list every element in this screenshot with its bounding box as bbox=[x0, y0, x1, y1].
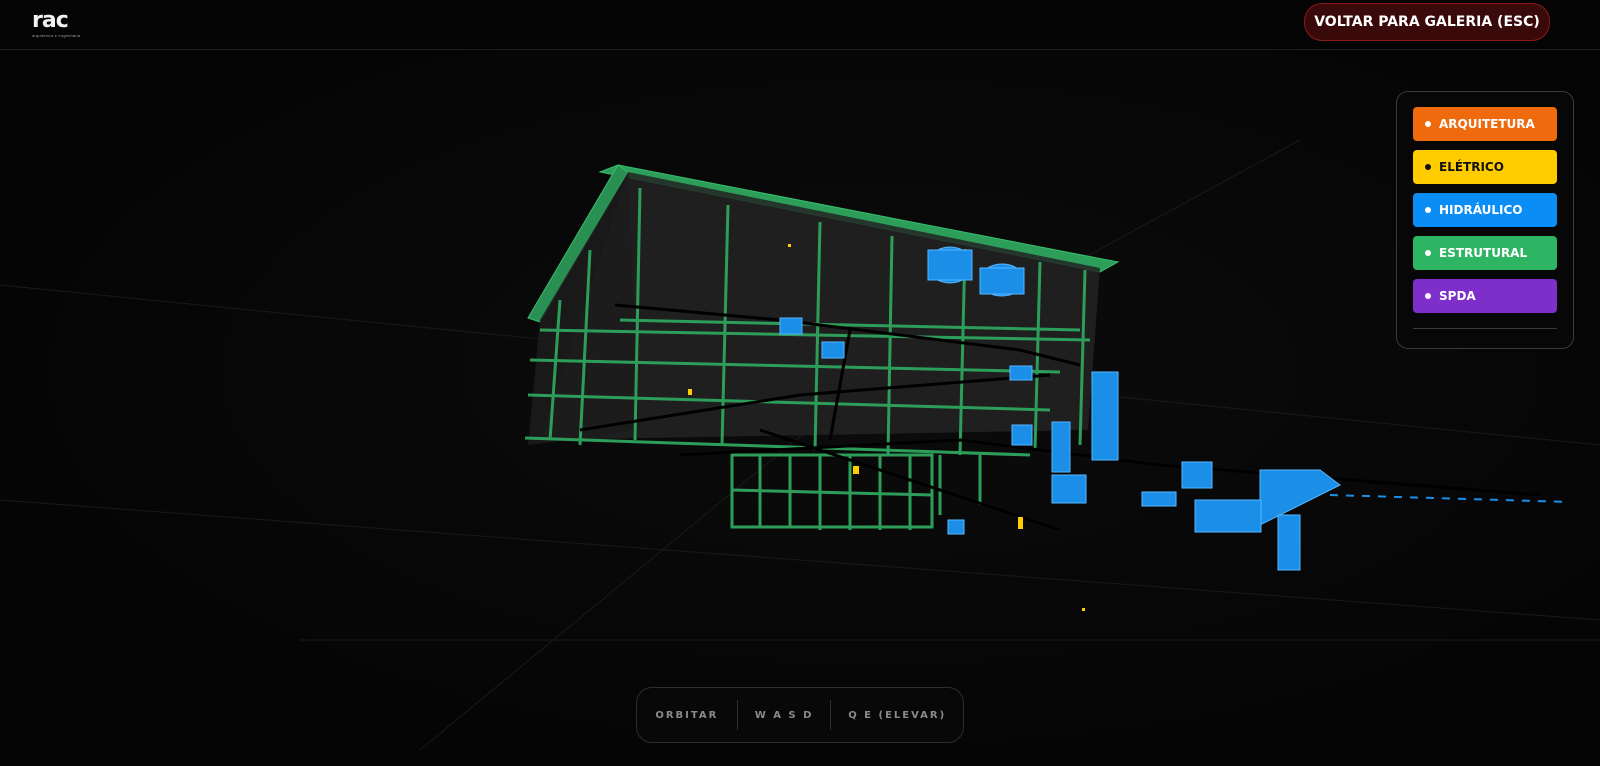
layer-panel: ARQUITETURA ELÉTRICO HIDRÁULICO ESTRUTUR… bbox=[1396, 91, 1574, 349]
layer-label: ELÉTRICO bbox=[1439, 160, 1504, 174]
top-bar: rac arquitetura e engenharia VOLTAR PARA… bbox=[0, 0, 1600, 50]
dot-icon bbox=[1425, 207, 1431, 213]
layer-toggle-spda[interactable]: SPDA bbox=[1413, 279, 1557, 313]
dot-icon bbox=[1425, 293, 1431, 299]
layer-toggle-estrutural[interactable]: ESTRUTURAL bbox=[1413, 236, 1557, 270]
layer-label: SPDA bbox=[1439, 289, 1476, 303]
navigation-controls: ORBITAR W A S D Q E (ELEVAR) bbox=[636, 687, 964, 743]
logo-wordmark: rac bbox=[32, 8, 69, 33]
layer-toggle-hidraulico[interactable]: HIDRÁULICO bbox=[1413, 193, 1557, 227]
layer-toggle-arquitetura[interactable]: ARQUITETURA bbox=[1413, 107, 1557, 141]
app-root: rac arquitetura e engenharia VOLTAR PARA… bbox=[0, 0, 1600, 766]
layer-label: ARQUITETURA bbox=[1439, 117, 1535, 131]
layer-toggle-eletrico[interactable]: ELÉTRICO bbox=[1413, 150, 1557, 184]
layer-label: ESTRUTURAL bbox=[1439, 246, 1528, 260]
back-to-gallery-button[interactable]: VOLTAR PARA GALERIA (ESC) bbox=[1304, 3, 1550, 41]
rac-logo[interactable]: rac arquitetura e engenharia bbox=[32, 8, 81, 39]
dot-icon bbox=[1425, 250, 1431, 256]
control-orbit[interactable]: ORBITAR bbox=[637, 710, 737, 721]
layer-label: HIDRÁULICO bbox=[1439, 203, 1523, 217]
panel-divider bbox=[1413, 328, 1557, 329]
bim-model-render bbox=[0, 139, 1600, 751]
control-wasd[interactable]: W A S D bbox=[738, 710, 831, 721]
dot-icon bbox=[1425, 121, 1431, 127]
3d-viewport[interactable] bbox=[0, 50, 1600, 766]
logo-subtitle: arquitetura e engenharia bbox=[32, 33, 81, 38]
dot-icon bbox=[1425, 164, 1431, 170]
hydraulic-line bbox=[1329, 494, 1571, 503]
control-elevate[interactable]: Q E (ELEVAR) bbox=[831, 710, 963, 721]
